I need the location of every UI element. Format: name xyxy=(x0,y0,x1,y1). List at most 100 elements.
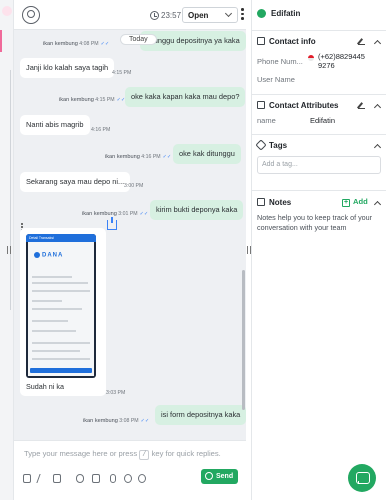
sender-name: ikan kembung xyxy=(83,418,118,424)
message-bubble-incoming[interactable]: Nanti abis magrib xyxy=(20,115,90,135)
tag-input[interactable]: Add a tag... xyxy=(257,156,381,174)
chat-scrollbar[interactable] xyxy=(242,270,245,410)
phone-value-line1[interactable]: (+62)8829445 xyxy=(318,52,365,61)
date-divider: Today xyxy=(120,34,157,45)
shortcut-key: / xyxy=(139,450,150,460)
tag-placeholder: Add a tag... xyxy=(262,161,298,168)
message-bubble-outgoing[interactable]: oke kak ditunggu xyxy=(173,144,241,164)
message-meta: ikan kembung 4:16 PM ✓✓ xyxy=(105,154,171,160)
template-icon[interactable] xyxy=(53,474,61,483)
chat-header: 23:57 Open xyxy=(14,0,246,30)
read-ticks-icon: ✓✓ xyxy=(100,41,110,47)
indonesia-flag-icon xyxy=(308,55,314,61)
sender-name: ikan kembung xyxy=(43,41,78,47)
status-dropdown[interactable]: Open xyxy=(182,7,238,23)
brand-name: DANA xyxy=(42,252,64,259)
message-time: 3:03 PM xyxy=(106,390,126,396)
message-composer[interactable]: Type your message here or press / key fo… xyxy=(14,440,246,500)
message-text: ditunggu depositnya ya kaka xyxy=(146,36,240,45)
chat-support-button[interactable] xyxy=(348,464,376,492)
user-icon xyxy=(257,9,266,18)
send-button[interactable]: Send xyxy=(201,469,238,484)
message-time: 3:01 PM xyxy=(118,211,138,217)
chevron-up-icon[interactable] xyxy=(373,200,382,209)
attachment-image[interactable]: Detail Transaksi DANA xyxy=(26,234,96,378)
attachment-icon[interactable] xyxy=(76,474,84,483)
dana-logo: DANA xyxy=(34,252,88,264)
message-text: kirim bukti deponya kaka xyxy=(156,205,238,214)
section-title: Contact Attributes xyxy=(269,101,339,110)
sender-name: ikan kembung xyxy=(105,154,140,160)
active-indicator xyxy=(0,30,2,52)
attribute-value: Edifatin xyxy=(310,116,336,125)
message-text: Nanti abis magrib xyxy=(26,120,84,129)
message-time: 4:15 PM xyxy=(112,70,132,76)
placeholder-text: key for quick replies. xyxy=(151,449,221,458)
message-bubble-outgoing[interactable]: kirim bukti deponya kaka xyxy=(150,200,244,220)
message-meta: ikan kembung 3:08 PM ✓✓ xyxy=(83,418,149,424)
message-time: 4:15 PM xyxy=(95,97,115,103)
image-message[interactable]: Detail Transaksi DANA Sudah ni ka xyxy=(20,228,106,396)
tag-icon xyxy=(255,139,267,151)
chevron-down-icon xyxy=(224,9,233,18)
section-title: Notes xyxy=(269,198,292,207)
read-ticks-icon: ✓✓ xyxy=(139,211,149,217)
screenshot-content: DANA xyxy=(28,242,94,376)
message-time: 3:08 PM xyxy=(119,418,139,424)
message-bubble-incoming[interactable]: Janji klo kalah saya tagih xyxy=(20,58,115,78)
more-options-icon[interactable] xyxy=(241,8,245,22)
phone-value-line2[interactable]: 9276 xyxy=(318,61,335,70)
message-time: 3:00 PM xyxy=(124,183,144,189)
chevron-up-icon[interactable] xyxy=(373,143,382,152)
contact-name: Edifatin xyxy=(271,9,301,18)
emoji-icon[interactable] xyxy=(124,474,132,483)
attribute-label: name xyxy=(257,116,276,125)
lightning-icon[interactable] xyxy=(36,474,48,483)
message-meta: ikan kembung 4:15 PM ✓✓ xyxy=(59,97,125,103)
add-note-button[interactable]: + Add xyxy=(342,197,368,207)
chevron-up-icon[interactable] xyxy=(373,103,382,112)
list-icon xyxy=(257,101,265,109)
message-time: 4:16 PM xyxy=(141,154,161,160)
contact-avatar-icon[interactable] xyxy=(22,6,40,24)
whatsapp-icon xyxy=(205,472,213,480)
screen-title: Detail Transaksi xyxy=(26,234,96,242)
chevron-up-icon[interactable] xyxy=(373,39,382,48)
contact-attributes-section: Contact Attributes name Edifatin xyxy=(252,94,386,132)
message-text: Sekarang saya mau depo ni... xyxy=(26,177,125,186)
edit-icon[interactable] xyxy=(358,38,365,45)
chat-panel: 23:57 Open ditunggu depositnya ya kaka i… xyxy=(14,0,247,500)
add-label: Add xyxy=(353,197,368,206)
read-ticks-icon: ✓✓ xyxy=(140,418,150,424)
sticker-icon[interactable] xyxy=(138,474,146,483)
clock-icon xyxy=(150,11,159,20)
placeholder-text: Type your message here or press xyxy=(24,449,138,458)
plus-icon: + xyxy=(342,199,350,207)
username-label: User Name xyxy=(257,75,295,84)
edit-icon[interactable] xyxy=(358,102,365,109)
message-bubble-outgoing[interactable]: oke kaka kapan kaka mau depo? xyxy=(125,87,246,107)
bot-icon[interactable] xyxy=(23,474,31,483)
read-ticks-icon: ✓✓ xyxy=(162,154,172,160)
message-input[interactable]: Type your message here or press / key fo… xyxy=(24,449,221,460)
resize-handle-left[interactable] xyxy=(7,246,11,254)
message-bubble-incoming[interactable]: Sekarang saya mau depo ni... xyxy=(20,172,131,192)
message-meta: ikan kembung 4:08 PM ✓✓ xyxy=(43,41,109,47)
notification-dot xyxy=(2,6,12,16)
download-icon[interactable] xyxy=(107,217,117,230)
section-title: Contact info xyxy=(269,37,316,46)
gutter-divider xyxy=(10,70,11,310)
send-label: Send xyxy=(216,472,234,480)
read-ticks-icon: ✓✓ xyxy=(116,97,126,103)
message-time: 4:08 PM xyxy=(79,41,99,47)
session-time: 23:57 xyxy=(161,11,182,20)
image-caption: Sudah ni ka xyxy=(26,382,64,391)
section-title: Tags xyxy=(269,141,288,150)
image-icon[interactable] xyxy=(92,474,100,483)
message-bubble-outgoing[interactable]: isi form depositnya kaka xyxy=(155,405,247,425)
microphone-icon[interactable] xyxy=(110,474,116,483)
status-value: Open xyxy=(188,11,209,20)
message-time: 4:16 PM xyxy=(91,127,111,133)
notes-description: Notes help you to keep track of your con… xyxy=(257,213,373,232)
message-text: Janji klo kalah saya tagih xyxy=(26,63,109,72)
